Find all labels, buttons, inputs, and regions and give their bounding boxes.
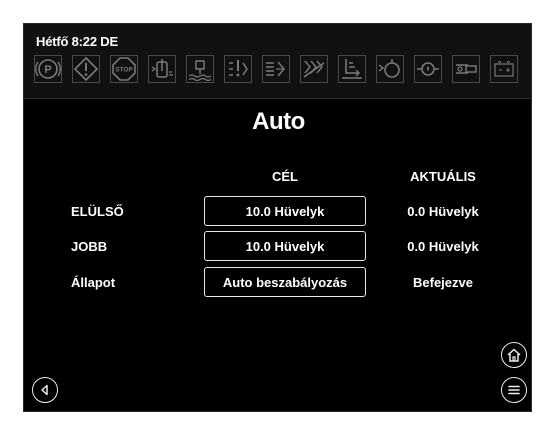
target-column-header: CÉL (272, 169, 298, 184)
battery-icon (490, 55, 518, 83)
front-actual-value: 0.0 Hüvelyk (407, 204, 479, 219)
back-icon (41, 384, 48, 396)
home-button[interactable] (501, 342, 527, 368)
svg-text:STOP: STOP (115, 67, 133, 74)
status-value: Befejezve (413, 275, 473, 290)
hydraulic-icon-2 (262, 55, 290, 83)
auto-adjust-button[interactable]: Auto beszabályozás (204, 267, 366, 297)
svg-text:P: P (44, 64, 51, 76)
status-row-label: Állapot (71, 275, 116, 290)
exhaust-icon (338, 55, 366, 83)
front-row-label: ELÜLSŐ (71, 204, 124, 219)
front-target-button[interactable]: 10.0 Hüvelyk (204, 196, 366, 226)
status-bar: Hétfő 8:22 DE P STOP (24, 24, 531, 99)
engine-oil-pressure-icon (376, 55, 404, 83)
display-screen: Hétfő 8:22 DE P STOP Auto CÉL AKTUÁLIS E… (23, 23, 532, 412)
menu-icon (508, 385, 520, 395)
right-target-button[interactable]: 10.0 Hüvelyk (204, 231, 366, 261)
parking-brake-icon: P (34, 55, 62, 83)
water-in-fuel-icon (186, 55, 214, 83)
oil-level-icon (414, 55, 442, 83)
right-actual-value: 0.0 Hüvelyk (407, 239, 479, 254)
coolant-temperature-icon (148, 55, 176, 83)
actual-column-header: AKTUÁLIS (410, 169, 476, 184)
stop-icon: STOP (110, 55, 138, 83)
hydraulic-icon-1 (224, 55, 252, 83)
warning-icon (72, 55, 100, 83)
menu-button[interactable] (501, 377, 527, 403)
page-title: Auto (252, 108, 305, 135)
clock: Hétfő 8:22 DE (36, 34, 118, 49)
transmission-icon (452, 55, 480, 83)
back-button[interactable] (32, 377, 58, 403)
right-row-label: JOBB (71, 239, 108, 254)
home-icon (507, 348, 521, 362)
hydraulic-filter-icon (300, 55, 328, 83)
